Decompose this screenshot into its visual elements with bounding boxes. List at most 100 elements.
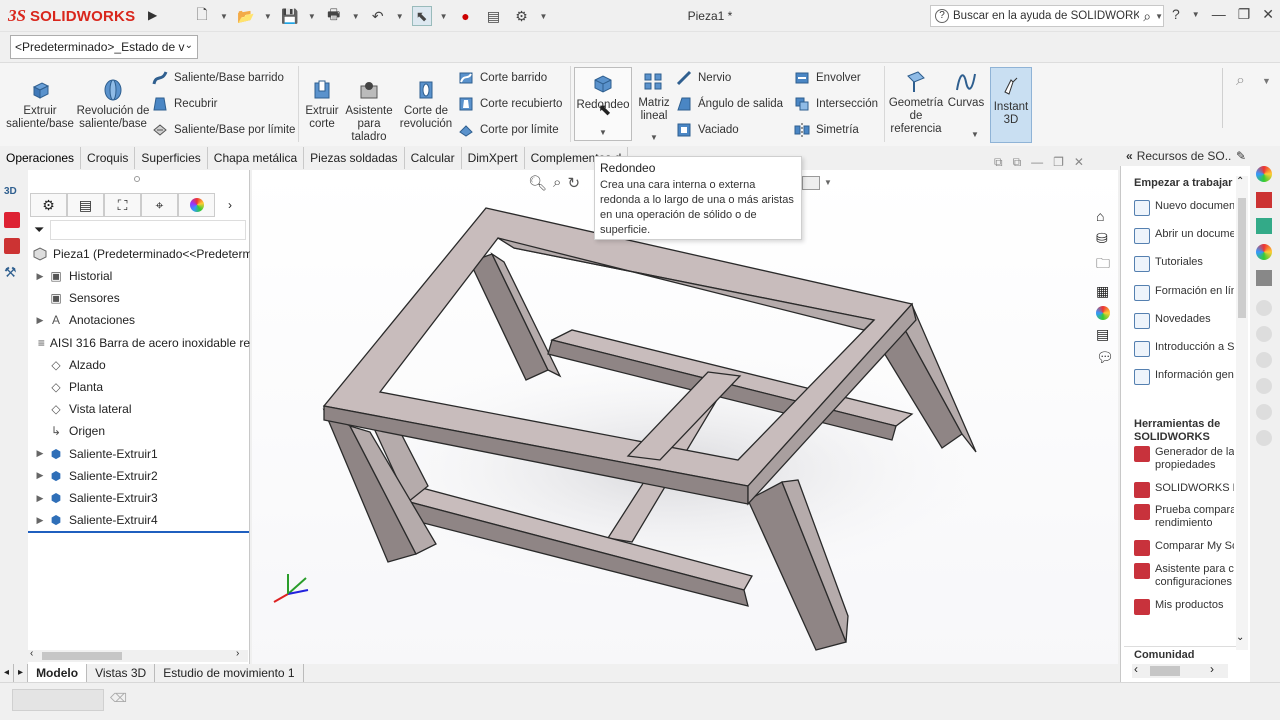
filter-icon[interactable]: ⏷ bbox=[34, 222, 44, 238]
tab-dimxpert[interactable]: DimXpert bbox=[462, 147, 525, 169]
appearances-icon[interactable] bbox=[1096, 306, 1110, 320]
mirror-button[interactable]: Simetría bbox=[794, 122, 859, 138]
rollback-bar[interactable] bbox=[28, 531, 249, 533]
tab-piezas-soldadas[interactable]: Piezas soldadas bbox=[304, 147, 405, 169]
open-folder-icon[interactable]: 📂 bbox=[236, 6, 256, 26]
collapse-pane-icon[interactable]: « bbox=[1126, 149, 1133, 163]
task-pane-tool[interactable]: Generador de la propiedades bbox=[1134, 446, 1234, 472]
swept-boss-button[interactable]: Saliente/Base barrido bbox=[152, 70, 284, 86]
tab-calcular[interactable]: Calcular bbox=[405, 147, 462, 169]
expand-arrow-icon[interactable]: ▶ bbox=[32, 493, 48, 504]
scroll-right-icon[interactable]: › bbox=[1210, 662, 1214, 676]
chevron-down-icon[interactable]: ▼ bbox=[650, 131, 658, 144]
graphics-viewport[interactable] bbox=[252, 170, 1118, 668]
expand-arrow-icon[interactable]: ▶ bbox=[32, 271, 48, 282]
chevron-down-icon[interactable]: ▼ bbox=[264, 12, 272, 21]
task-pane-tool[interactable]: Asistente para c configuraciones bbox=[1134, 563, 1234, 589]
tree-item[interactable]: ◇ Planta bbox=[28, 376, 250, 398]
undo-icon[interactable]: ↶ bbox=[368, 6, 388, 26]
viewport-minimize-icon[interactable]: — bbox=[1031, 155, 1043, 170]
extruded-cut-button[interactable]: Extruir corte bbox=[302, 78, 342, 131]
minimize-icon[interactable]: — bbox=[1212, 6, 1226, 23]
view-palette-icon[interactable]: ▦ bbox=[1096, 283, 1116, 300]
swept-cut-button[interactable]: Corte barrido bbox=[458, 70, 547, 86]
feature-tree-tab[interactable]: ⚙ bbox=[30, 193, 67, 217]
viewport-prev-icon[interactable]: ⧉ bbox=[994, 155, 1003, 170]
expand-arrow-icon[interactable]: ▶ bbox=[32, 315, 48, 326]
tree-item[interactable]: ◇ Alzado bbox=[28, 354, 250, 376]
close-icon[interactable]: ✕ bbox=[1262, 6, 1274, 23]
chevron-down-icon[interactable]: ▼ bbox=[824, 178, 832, 187]
forum-icon[interactable]: 💬︎ bbox=[1096, 349, 1116, 366]
expand-arrow-icon[interactable]: ▶ bbox=[32, 470, 48, 481]
task-pane-link[interactable]: Novedades bbox=[1134, 312, 1234, 329]
display-state-select[interactable]: <Predeterminado>_Estado de visi ⌄ bbox=[10, 35, 198, 59]
loft-button[interactable]: Recubrir bbox=[152, 96, 217, 112]
tree-item[interactable]: ▶ ⬢ Saliente-Extruir3 bbox=[28, 487, 250, 509]
panel-grip-icon[interactable] bbox=[134, 176, 140, 182]
tree-item[interactable]: ▶ ▣ Historial bbox=[28, 265, 250, 287]
tree-item[interactable]: ▶ ⬢ Saliente-Extruir1 bbox=[28, 443, 250, 465]
scene-icon[interactable] bbox=[1256, 244, 1272, 260]
reference-geometry-button[interactable]: Geometría de referencia bbox=[888, 70, 944, 136]
tab-vistas-3d[interactable]: Vistas 3D bbox=[87, 664, 156, 682]
tab-modelo[interactable]: Modelo bbox=[28, 664, 88, 682]
chevron-down-icon[interactable]: ▼ bbox=[308, 12, 316, 21]
tree-item[interactable]: ↳ Origen bbox=[28, 420, 250, 442]
home-icon[interactable]: ⌂ bbox=[1096, 208, 1116, 224]
tree-item[interactable]: ▶ ⬢ Saliente-Extruir4 bbox=[28, 509, 250, 531]
tab-superficies[interactable]: Superficies bbox=[135, 147, 208, 169]
select-pointer-icon[interactable]: ⬉ bbox=[411, 6, 432, 26]
scrollbar-thumb[interactable] bbox=[1238, 198, 1246, 318]
chevron-down-icon[interactable]: ▼ bbox=[396, 12, 404, 21]
extrude-boss-button[interactable]: Extruir saliente/base bbox=[6, 78, 74, 131]
dimxpert-manager-tab[interactable]: ⌖ bbox=[141, 193, 178, 217]
boundary-boss-button[interactable]: Saliente/Base por límite bbox=[152, 122, 295, 138]
scroll-left-icon[interactable]: ‹ bbox=[1134, 662, 1138, 676]
tab-scroll-left-icon[interactable]: ◂ bbox=[0, 664, 15, 682]
task-pane-link[interactable]: Nuevo documen bbox=[1134, 200, 1234, 216]
hole-wizard-button[interactable]: Asistente para taladro bbox=[344, 78, 394, 144]
expand-arrow-icon[interactable]: ▶ bbox=[32, 515, 48, 526]
new-document-icon[interactable]: 🗋 bbox=[192, 6, 212, 26]
task-pane-tool[interactable]: Comparar My Sc bbox=[1134, 540, 1234, 556]
3d-view-icon[interactable]: 3D bbox=[4, 186, 17, 197]
chevron-down-icon[interactable]: ▼ bbox=[440, 12, 448, 21]
solidworks-logo[interactable]: 3S SOLIDWORKS bbox=[8, 5, 135, 27]
chevron-down-icon[interactable]: ▼ bbox=[220, 12, 228, 21]
restore-icon[interactable]: ❐ bbox=[1238, 6, 1251, 23]
tree-root-part[interactable]: Pieza1 (Predeterminado<<Predetermin bbox=[28, 243, 250, 265]
configuration-manager-tab[interactable]: ⛶ bbox=[104, 193, 141, 217]
custom-properties-icon[interactable]: ▤ bbox=[1096, 326, 1116, 343]
previous-view-icon[interactable]: ↻ bbox=[567, 174, 580, 192]
chevron-right-icon[interactable]: › bbox=[215, 198, 245, 212]
shell-button[interactable]: Vaciado bbox=[676, 122, 739, 138]
tree-horizontal-scrollbar[interactable]: ‹ › bbox=[28, 648, 248, 662]
table-frame-model[interactable] bbox=[252, 170, 1118, 668]
menu-expand-arrow-icon[interactable]: ▶ bbox=[148, 8, 157, 22]
rebuild-traffic-light-icon[interactable]: ● bbox=[456, 6, 476, 26]
chevron-down-icon[interactable]: ▼ bbox=[599, 126, 607, 139]
pdf-icon[interactable] bbox=[1256, 192, 1272, 208]
tab-estudio-movimiento[interactable]: Estudio de movimiento 1 bbox=[155, 664, 304, 682]
property-manager-tab[interactable]: ▤ bbox=[67, 193, 104, 217]
curves-button[interactable]: Curvas ▼ bbox=[946, 70, 986, 141]
tools-icon[interactable]: ⚒ bbox=[4, 264, 17, 281]
tree-item[interactable]: ◇ Vista lateral bbox=[28, 398, 250, 420]
file-properties-icon[interactable]: ▤ bbox=[484, 6, 504, 26]
file-explorer-icon[interactable]: 🗀 bbox=[1096, 253, 1116, 277]
feature-filter-input[interactable] bbox=[50, 220, 246, 240]
display-manager-tab[interactable] bbox=[178, 193, 215, 217]
task-pane-link[interactable]: Formación en lín bbox=[1134, 284, 1234, 301]
pin-icon[interactable]: ✎ bbox=[1236, 149, 1246, 163]
scroll-down-icon[interactable]: ⌄ bbox=[1236, 632, 1244, 643]
tree-item[interactable]: ▶ A Anotaciones bbox=[28, 309, 250, 331]
task-pane-vscroll[interactable]: ⌃ ⌄ bbox=[1236, 176, 1248, 650]
task-pane-tool[interactable]: Prueba compara rendimiento bbox=[1134, 504, 1234, 530]
magnifier-search-icon[interactable]: ⌕ bbox=[1236, 72, 1245, 90]
tab-operaciones[interactable]: Operaciones bbox=[0, 147, 82, 169]
chevron-down-icon[interactable]: ▼ bbox=[1192, 10, 1200, 23]
linear-pattern-button[interactable]: Matriz lineal ▼ bbox=[636, 70, 672, 144]
chevron-down-icon[interactable]: ▼ bbox=[352, 12, 360, 21]
help-search-box[interactable]: ? Buscar en la ayuda de SOLIDWORKS ⌕ ▼ bbox=[930, 5, 1164, 27]
